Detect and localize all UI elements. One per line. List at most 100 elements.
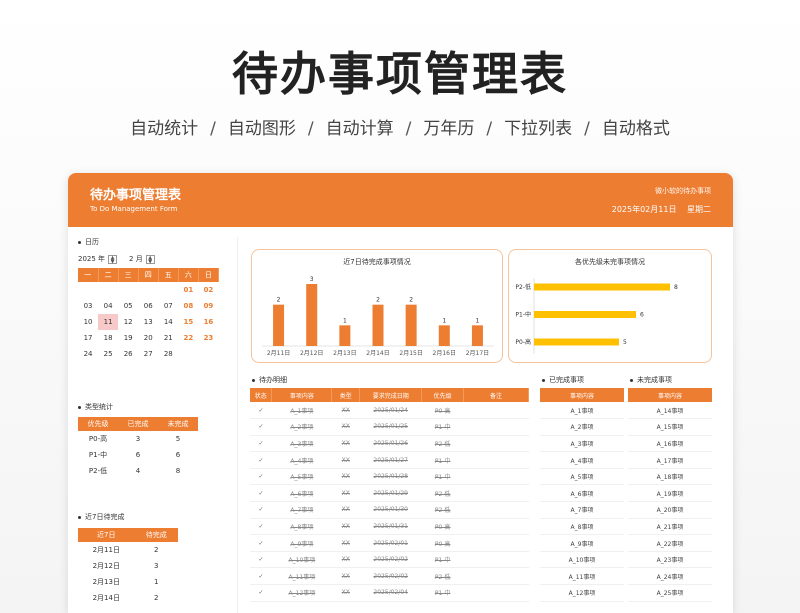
check-icon[interactable]: ✓ bbox=[250, 468, 272, 486]
calendar-day[interactable]: 23 bbox=[198, 330, 218, 346]
calendar-day[interactable]: 26 bbox=[118, 346, 138, 362]
check-icon[interactable]: ✓ bbox=[250, 567, 272, 586]
check-icon[interactable]: ✓ bbox=[250, 451, 272, 469]
calendar-day[interactable]: 04 bbox=[98, 298, 118, 314]
todo-row[interactable]: ✓ A_12事项 XX 2025/02/04 P1-中 bbox=[250, 584, 529, 602]
calendar-week: 03 04 05 06 07 08 09 bbox=[78, 298, 219, 314]
list-item: A_11事项 bbox=[540, 567, 624, 586]
calendar-day[interactable]: 03 bbox=[78, 298, 98, 314]
check-icon[interactable]: ✓ bbox=[250, 584, 272, 602]
calendar-day[interactable]: 24 bbox=[78, 346, 98, 362]
todo-row[interactable]: ✓ A_2事项 XX 2025/01/25 P1-中 bbox=[250, 418, 529, 436]
check-icon[interactable]: ✓ bbox=[250, 551, 272, 569]
todo-cell bbox=[463, 567, 529, 586]
calendar-day[interactable]: 13 bbox=[138, 314, 158, 330]
todo-cell: XX bbox=[331, 484, 360, 503]
todo-row[interactable]: ✓ A_8事项 XX 2025/01/31 P0-高 bbox=[250, 518, 529, 536]
table-cell: 4 bbox=[135, 467, 141, 475]
todo-row[interactable]: ✓ A_11事项 XX 2025/02/02 P2-低 bbox=[250, 567, 529, 586]
calendar-day[interactable]: 06 bbox=[138, 298, 158, 314]
calendar-day[interactable]: 14 bbox=[158, 314, 178, 330]
list-item: A_22事项 bbox=[628, 534, 712, 552]
calendar-day[interactable] bbox=[178, 346, 198, 362]
todo-row[interactable]: ✓ A_9事项 XX 2025/02/01 P0-高 bbox=[250, 534, 529, 552]
data-label: 1 bbox=[442, 317, 446, 324]
calendar-day[interactable]: 15 bbox=[178, 314, 198, 330]
calendar-day[interactable]: 20 bbox=[138, 330, 158, 346]
calendar-day[interactable]: 21 bbox=[158, 330, 178, 346]
calendar-day[interactable]: 27 bbox=[138, 346, 158, 362]
check-icon[interactable]: ✓ bbox=[250, 435, 272, 453]
table-cell: 2月14日 bbox=[92, 594, 120, 602]
table-header: 近7日 bbox=[78, 528, 135, 542]
tick-label: 2月13日 bbox=[333, 350, 356, 357]
bar bbox=[534, 338, 619, 346]
bar bbox=[372, 304, 384, 346]
calendar-day[interactable]: 05 bbox=[118, 298, 138, 314]
calendar-day[interactable]: 12 bbox=[118, 314, 138, 330]
calendar-day[interactable]: 25 bbox=[98, 346, 118, 362]
list-row: A_20事项 bbox=[628, 501, 712, 519]
table-cell: 2 bbox=[154, 594, 159, 602]
calendar-day[interactable]: 17 bbox=[78, 330, 98, 346]
todo-cell: 2025/01/24 bbox=[359, 402, 422, 420]
type-stats-table: 优先级 已完成 未完成 P0-高 3 5 P1-中 6 6 P2-低 4 8 bbox=[78, 417, 198, 479]
todo-row[interactable]: ✓ A_6事项 XX 2025/01/29 P2-低 bbox=[250, 484, 529, 503]
list-row: A_25事项 bbox=[628, 584, 712, 602]
calendar-day[interactable] bbox=[118, 282, 138, 298]
bullet-icon bbox=[78, 515, 81, 519]
todo-row[interactable]: ✓ A_10事项 XX 2025/02/02 P1-中 bbox=[250, 551, 529, 569]
table-row: 2月13日 1 bbox=[78, 574, 178, 590]
done-header: 事项内容 bbox=[540, 388, 624, 402]
card-subtitle: To Do Management Form bbox=[90, 205, 178, 213]
calendar-day[interactable]: 08 bbox=[178, 298, 198, 314]
data-label: 8 bbox=[674, 284, 678, 291]
list-item: A_5事项 bbox=[540, 468, 624, 486]
year-spinner[interactable]: ▲ ▼ bbox=[108, 254, 118, 264]
type-stats-label: 类型统计 bbox=[78, 402, 237, 412]
todo-cell: 2025/02/02 bbox=[359, 567, 422, 586]
calendar-day[interactable]: 01 bbox=[178, 282, 198, 298]
calendar-day[interactable] bbox=[158, 282, 178, 298]
calendar-day[interactable]: 28 bbox=[158, 346, 178, 362]
todo-row[interactable]: ✓ A_4事项 XX 2025/01/27 P1-中 bbox=[250, 451, 529, 469]
calendar-day[interactable]: 19 bbox=[118, 330, 138, 346]
table-cell: P1-中 bbox=[88, 451, 108, 459]
todo-cell: P1-中 bbox=[421, 468, 464, 486]
todo-cell: P2-低 bbox=[421, 567, 464, 586]
check-icon[interactable]: ✓ bbox=[250, 518, 272, 536]
calendar-day[interactable]: 10 bbox=[78, 314, 98, 330]
calendar-day[interactable] bbox=[78, 282, 98, 298]
feature-item: 自动格式 bbox=[601, 119, 670, 139]
calendar-day[interactable]: 02 bbox=[198, 282, 218, 298]
todo-cell bbox=[463, 551, 529, 569]
check-icon[interactable]: ✓ bbox=[250, 501, 272, 519]
table-row: 2月12日 3 bbox=[78, 558, 178, 574]
todo-cell: A_2事项 bbox=[271, 418, 332, 436]
todo-cell: A_6事项 bbox=[271, 484, 332, 503]
calendar-day[interactable]: 22 bbox=[178, 330, 198, 346]
todo-row[interactable]: ✓ A_3事项 XX 2025/01/26 P2-低 bbox=[250, 435, 529, 453]
calendar-day[interactable] bbox=[98, 282, 118, 298]
calendar-day[interactable]: 11 bbox=[98, 314, 119, 330]
feature-item: 自动统计 bbox=[130, 119, 199, 139]
calendar-day[interactable] bbox=[138, 282, 158, 298]
calendar-day[interactable] bbox=[198, 346, 218, 362]
calendar-label-text: 日历 bbox=[85, 238, 99, 246]
check-icon[interactable]: ✓ bbox=[250, 484, 272, 503]
data-label: 2 bbox=[277, 297, 281, 304]
calendar-day[interactable]: 07 bbox=[158, 298, 178, 314]
check-icon[interactable]: ✓ bbox=[250, 534, 272, 552]
todo-cell: XX bbox=[331, 567, 360, 586]
todo-row[interactable]: ✓ A_1事项 XX 2025/01/24 P0-高 bbox=[250, 402, 529, 420]
calendar-day[interactable]: 09 bbox=[198, 298, 218, 314]
check-icon[interactable]: ✓ bbox=[250, 418, 272, 436]
check-icon[interactable]: ✓ bbox=[250, 402, 272, 420]
calendar-day[interactable]: 18 bbox=[98, 330, 118, 346]
month-spinner[interactable]: ▲ ▼ bbox=[145, 254, 155, 264]
todo-row[interactable]: ✓ A_7事项 XX 2025/01/30 P2-低 bbox=[250, 501, 529, 519]
todo-row[interactable]: ✓ A_5事项 XX 2025/01/28 P1-中 bbox=[250, 468, 529, 486]
calendar-day[interactable]: 16 bbox=[198, 314, 218, 330]
hero-title: 待办事项管理表 bbox=[232, 47, 568, 101]
todo-cell: A_11事项 bbox=[271, 567, 332, 586]
